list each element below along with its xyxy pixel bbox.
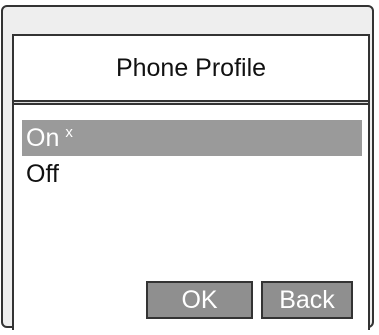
ok-button[interactable]: OK (146, 281, 253, 319)
selected-mark-icon: x (65, 123, 73, 141)
title-bar: Phone Profile (14, 36, 368, 100)
title-divider (14, 100, 368, 105)
profile-option-list: On x Off (22, 120, 362, 192)
option-off-label: Off (26, 160, 59, 188)
back-button[interactable]: Back (261, 281, 353, 319)
phone-screen: Phone Profile On x Off OK Back (12, 34, 370, 330)
option-on[interactable]: On x (22, 120, 362, 156)
option-on-label: On (26, 124, 60, 152)
page-title: Phone Profile (115, 53, 267, 82)
phone-device-frame: Phone Profile On x Off OK Back (1, 5, 374, 330)
option-off[interactable]: Off (22, 156, 362, 192)
